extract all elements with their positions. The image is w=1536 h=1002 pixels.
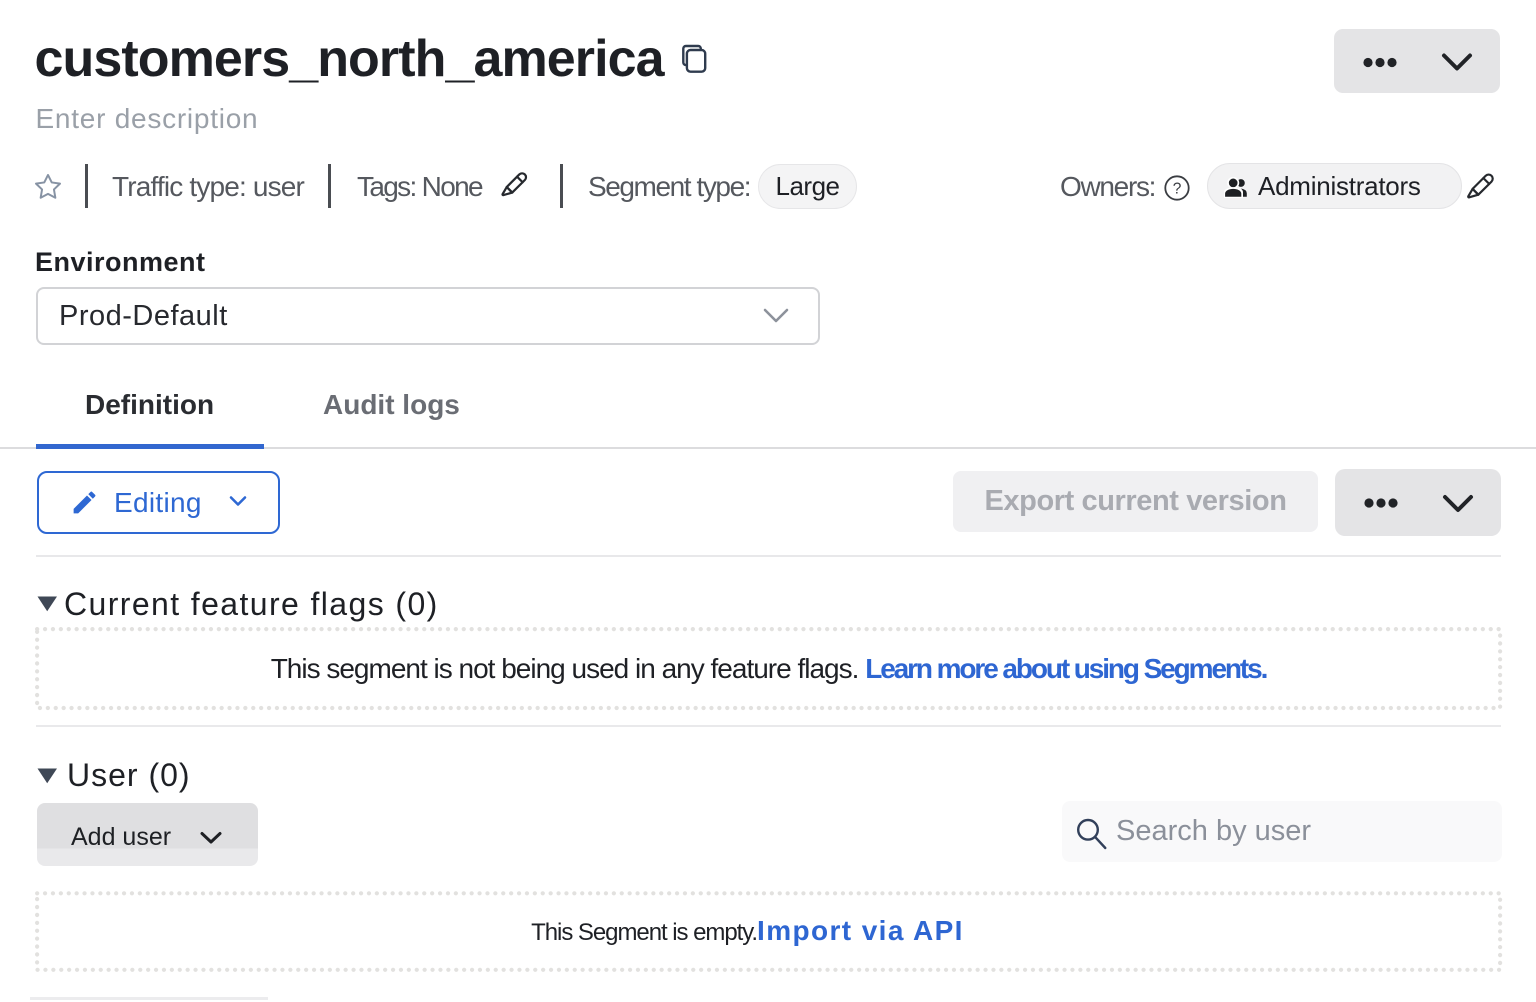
- svg-text:?: ?: [1172, 180, 1181, 197]
